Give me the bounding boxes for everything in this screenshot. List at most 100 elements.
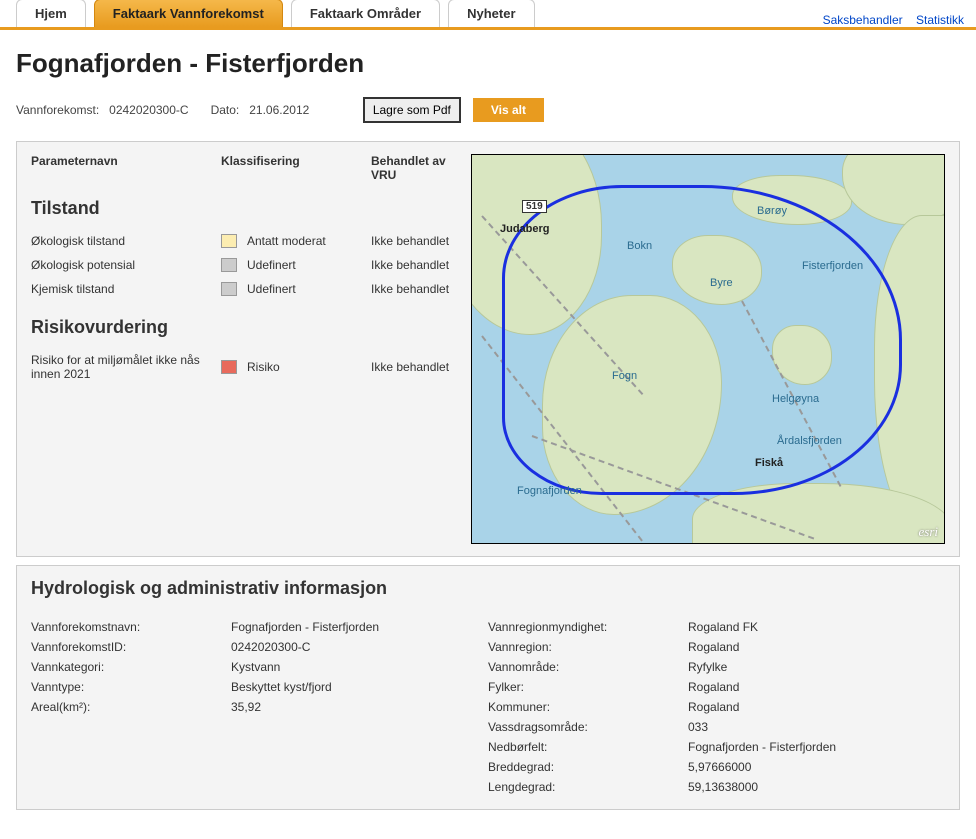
map-label-ardalsfjorden: Årdalsfjorden [777, 435, 842, 447]
col-parameternavn: Parameternavn [31, 154, 221, 182]
hydro-panel: Hydrologisk og administrativ informasjon… [16, 565, 960, 810]
col-klassifisering: Klassifisering [221, 154, 371, 182]
esri-logo: esri [919, 524, 939, 540]
map-label-fisterfjorden: Fisterfjorden [802, 260, 863, 272]
kv-value: Fognafjorden - Fisterfjorden [688, 740, 945, 754]
kv-key: Nedbørfelt: [488, 740, 688, 754]
color-swatch [221, 234, 237, 248]
hydro-title: Hydrologisk og administrativ informasjon [31, 578, 945, 599]
klassifisering-cell: Antatt moderat [221, 234, 371, 248]
kv-key: Fylker: [488, 680, 688, 694]
kv-row: Vanntype:Beskyttet kyst/fjord [31, 677, 488, 697]
kv-key: Vannområde: [488, 660, 688, 674]
kv-key: Vassdragsområde: [488, 720, 688, 734]
kv-row: Vannområde:Ryfylke [488, 657, 945, 677]
top-nav: Hjem Faktaark Vannforekomst Faktaark Omr… [0, 0, 976, 30]
tab-faktaark-omrader[interactable]: Faktaark Områder [291, 0, 440, 27]
map-label-boroy: Børøy [757, 205, 787, 217]
color-swatch [221, 360, 237, 374]
kv-row: Vassdragsområde:033 [488, 717, 945, 737]
top-links: Saksbehandler Statistikk [813, 13, 964, 27]
tab-faktaark-vannforekomst[interactable]: Faktaark Vannforekomst [94, 0, 283, 27]
meta-dato-value: 21.06.2012 [249, 103, 309, 117]
map-label-fogn: Fogn [612, 370, 637, 382]
meta-dato-label: Dato: [211, 103, 240, 117]
map-label-helgoyna: Helgøyna [772, 393, 819, 405]
kv-value: Ryfylke [688, 660, 945, 674]
meta-row: Vannforekomst: 0242020300-C Dato: 21.06.… [16, 97, 544, 123]
meta-vf-value: 0242020300-C [109, 103, 188, 117]
table-row: Økologisk tilstand Antatt moderat Ikke beh… [31, 229, 471, 253]
kv-key: Lengdegrad: [488, 780, 688, 794]
map-town-judaberg: Judaberg [500, 223, 550, 235]
kv-value: Rogaland [688, 700, 945, 714]
color-swatch [221, 282, 237, 296]
page-title: Fognafjorden - Fisterfjorden [16, 48, 544, 79]
kv-value: Kystvann [231, 660, 488, 674]
meta-vf-label: Vannforekomst: [16, 103, 99, 117]
kv-value: Fognafjorden - Fisterfjorden [231, 620, 488, 634]
behandlet-text: Ikke behandlet [371, 360, 471, 374]
kv-row: Nedbørfelt:Fognafjorden - Fisterfjorden [488, 737, 945, 757]
kv-value: 59,13638000 [688, 780, 945, 794]
klassifisering-text: Antatt moderat [247, 234, 326, 248]
kv-value: Beskyttet kyst/fjord [231, 680, 488, 694]
kv-value: 033 [688, 720, 945, 734]
kv-key: Vannregion: [488, 640, 688, 654]
kv-row: Vannregion:Rogaland [488, 637, 945, 657]
kv-key: Vannregionmyndighet: [488, 620, 688, 634]
kv-row: Areal(km²):35,92 [31, 697, 488, 717]
color-swatch [221, 258, 237, 272]
tab-nyheter[interactable]: Nyheter [448, 0, 534, 27]
kv-key: Vannkategori: [31, 660, 231, 674]
kv-value: Rogaland FK [688, 620, 945, 634]
table-row: Risiko for at miljømålet ikke nås innen … [31, 348, 471, 386]
map-label-byre: Byre [710, 277, 733, 289]
map[interactable]: 519 Judaberg Fiskå Bokn Byre Fisterfjord… [471, 154, 945, 544]
kv-row: Vannforekomstnavn:Fognafjorden - Fisterf… [31, 617, 488, 637]
kv-row: Breddegrad:5,97666000 [488, 757, 945, 777]
klassifisering-text: Udefinert [247, 258, 296, 272]
table-row: Kjemisk tilstand Udefinert Ikke behandlet [31, 277, 471, 301]
behandlet-text: Ikke behandlet [371, 282, 471, 296]
kv-value: 5,97666000 [688, 760, 945, 774]
kv-key: Areal(km²): [31, 700, 231, 714]
kv-key: Kommuner: [488, 700, 688, 714]
kv-value: Rogaland [688, 680, 945, 694]
kv-value: 0242020300-C [231, 640, 488, 654]
kv-key: Vannforekomstnavn: [31, 620, 231, 634]
kv-row: Lengdegrad:59,13638000 [488, 777, 945, 797]
vis-alt-button[interactable]: Vis alt [473, 98, 544, 122]
kv-row: VannforekomstID:0242020300-C [31, 637, 488, 657]
param-name: Kjemisk tilstand [31, 282, 221, 296]
klassifisering-text: Udefinert [247, 282, 296, 296]
klassifisering-cell: Udefinert [221, 282, 371, 296]
kv-row: Kommuner:Rogaland [488, 697, 945, 717]
kv-row: Fylker:Rogaland [488, 677, 945, 697]
section-tilstand: Tilstand [31, 198, 471, 219]
map-label-bokn: Bokn [627, 240, 652, 252]
kv-key: Breddegrad: [488, 760, 688, 774]
map-label-fognafjorden: Fognafjorden [517, 485, 582, 497]
tab-hjem[interactable]: Hjem [16, 0, 86, 27]
table-header: Parameternavn Klassifisering Behandlet a… [31, 154, 471, 182]
table-row: Økologisk potensialUdefinertIkke behandl… [31, 253, 471, 277]
link-statistikk[interactable]: Statistikk [916, 13, 964, 27]
param-name: Økologisk tilstand [31, 234, 221, 248]
map-town-fiska: Fiskå [755, 457, 783, 469]
klassifisering-cell: Risiko [221, 360, 371, 374]
kv-value: 35,92 [231, 700, 488, 714]
section-risikovurdering: Risikovurdering [31, 317, 471, 338]
kv-row: Vannregionmyndighet:Rogaland FK [488, 617, 945, 637]
pdf-button[interactable]: Lagre som Pdf [363, 97, 461, 123]
param-name: Økologisk potensial [31, 258, 221, 272]
kv-key: Vanntype: [31, 680, 231, 694]
kv-key: VannforekomstID: [31, 640, 231, 654]
road-sign-519: 519 [522, 200, 547, 213]
behandlet-text: Ikke behandlet [371, 234, 471, 248]
col-behandlet: Behandlet av VRU [371, 154, 471, 182]
kv-value: Rogaland [688, 640, 945, 654]
link-saksbehandler[interactable]: Saksbehandler [823, 13, 903, 27]
status-panel: Parameternavn Klassifisering Behandlet a… [16, 141, 960, 557]
param-name: Risiko for at miljømålet ikke nås innen … [31, 353, 221, 381]
